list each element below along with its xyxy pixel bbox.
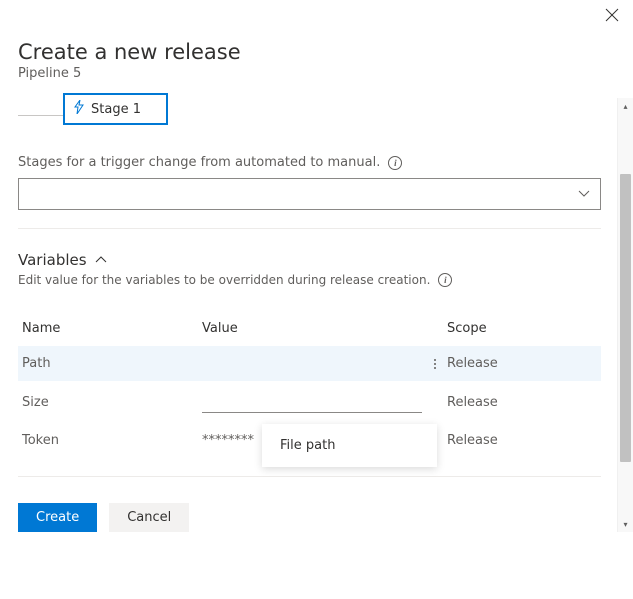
stage-connector (18, 115, 63, 116)
divider (18, 476, 601, 477)
variables-title: Variables (18, 251, 87, 269)
lightning-icon (73, 100, 85, 118)
info-icon[interactable]: i (388, 156, 402, 170)
var-scope: Release (447, 356, 597, 371)
var-name: Token (22, 433, 202, 448)
variables-description: Edit value for the variables to be overr… (18, 273, 601, 287)
pipeline-name: Pipeline 5 (18, 66, 601, 81)
value-input[interactable] (202, 391, 422, 413)
more-actions-icon[interactable] (423, 357, 447, 371)
table-row[interactable]: Size Release (18, 381, 601, 423)
cancel-button[interactable]: Cancel (109, 503, 189, 532)
var-value[interactable] (202, 391, 423, 413)
trigger-stages-dropdown[interactable] (18, 178, 601, 210)
col-header-value[interactable]: Value (202, 321, 423, 336)
var-scope: Release (447, 433, 597, 448)
stage-visual: Stage 1 (18, 93, 601, 125)
trigger-section-label: Stages for a trigger change from automat… (18, 155, 601, 170)
stage-box[interactable]: Stage 1 (63, 93, 168, 125)
col-header-scope[interactable]: Scope (447, 321, 597, 336)
stage-label: Stage 1 (91, 102, 141, 117)
var-name: Path (22, 356, 202, 371)
create-button[interactable]: Create (18, 503, 97, 532)
info-icon[interactable]: i (438, 273, 452, 287)
chevron-up-icon (95, 253, 107, 267)
divider (18, 228, 601, 229)
footer-actions: Create Cancel (18, 503, 601, 532)
scroll-up-arrow[interactable]: ▴ (618, 98, 633, 114)
var-name: Size (22, 395, 202, 410)
tooltip: File path (262, 424, 437, 467)
col-header-name[interactable]: Name (22, 321, 202, 336)
chevron-down-icon (578, 186, 590, 202)
scroll-thumb[interactable] (620, 174, 631, 462)
page-title: Create a new release (18, 40, 601, 64)
table-header: Name Value Scope (18, 315, 601, 346)
table-row[interactable]: Path Release (18, 346, 601, 381)
close-icon[interactable] (605, 8, 619, 26)
variables-toggle[interactable]: Variables (18, 251, 601, 269)
var-scope: Release (447, 395, 597, 410)
scroll-down-arrow[interactable]: ▾ (618, 516, 633, 532)
scrollbar[interactable]: ▴ ▾ (617, 98, 633, 532)
